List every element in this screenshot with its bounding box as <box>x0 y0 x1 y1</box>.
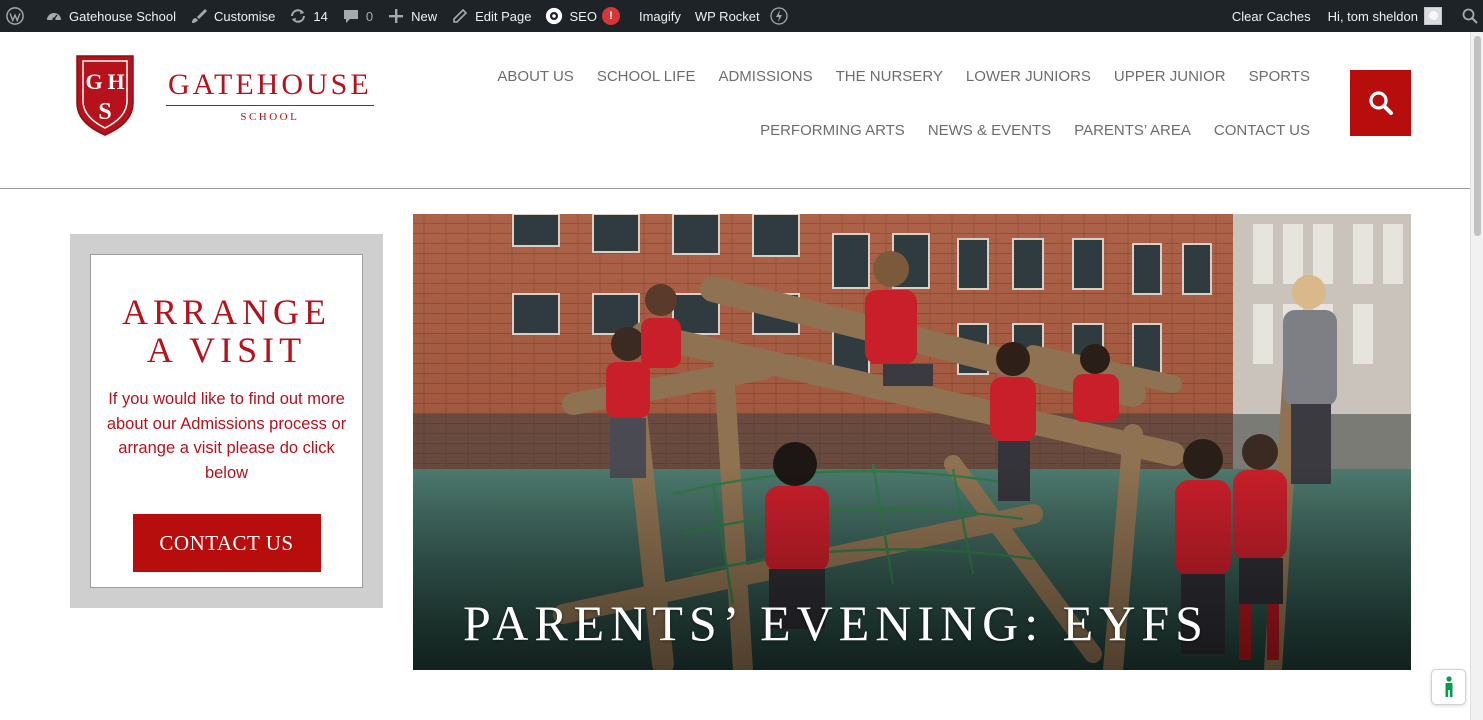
logo-wordmark: GATEHOUSE SCHOOL <box>166 68 374 123</box>
nav-the-nursery[interactable]: THE NURSERY <box>836 68 943 85</box>
wp-logo-menu[interactable] <box>0 0 38 32</box>
customise-link[interactable]: Customise <box>183 0 282 32</box>
site-header: G H S GATEHOUSE SCHOOL ABOUT US SCHOOL L… <box>0 32 1470 189</box>
nav-upper-junior[interactable]: UPPER JUNIOR <box>1114 68 1226 85</box>
arrange-visit-panel: ARRANGE A VISIT If you would like to fin… <box>70 234 383 608</box>
search-icon <box>1368 91 1393 115</box>
logo-name: GATEHOUSE <box>166 68 374 106</box>
nav-news-events[interactable]: NEWS & EVENTS <box>928 122 1051 139</box>
primary-nav-row-2: PERFORMING ARTS NEWS & EVENTS PARENTS’ A… <box>760 122 1310 139</box>
nav-contact-us[interactable]: CONTACT US <box>1214 122 1310 139</box>
new-content-link[interactable]: New <box>380 0 444 32</box>
clear-caches-label: Clear Caches <box>1231 8 1311 24</box>
speech-bubble-icon <box>342 7 360 25</box>
avatar <box>1424 7 1442 25</box>
nav-school-life[interactable]: SCHOOL LIFE <box>597 68 696 85</box>
wordpress-icon <box>6 7 24 25</box>
edit-page-label: Edit Page <box>475 8 532 24</box>
comments-link[interactable]: 0 <box>335 0 380 32</box>
customise-label: Customise <box>213 8 276 24</box>
seo-menu[interactable]: SEO ! <box>538 0 626 32</box>
nav-sports[interactable]: SPORTS <box>1249 68 1310 85</box>
seo-gear-icon <box>545 7 563 25</box>
dashboard-icon <box>45 7 63 25</box>
arrange-visit-text: If you would like to find out more about… <box>106 390 347 482</box>
site-logo[interactable]: G H S GATEHOUSE SCHOOL <box>74 53 374 137</box>
updates-count: 14 <box>313 8 328 24</box>
nav-performing-arts[interactable]: PERFORMING ARTS <box>760 122 905 139</box>
svg-text:H: H <box>107 69 124 94</box>
logo-sub: SCHOOL <box>240 110 300 123</box>
svg-text:G: G <box>85 69 102 94</box>
site-name-label: Gatehouse School <box>69 8 176 24</box>
imagify-link[interactable]: Imagify <box>627 0 688 32</box>
seo-alert-badge: ! <box>601 7 620 25</box>
my-account-menu[interactable]: Hi, tom sheldon <box>1321 0 1454 32</box>
lightning-icon <box>769 7 788 25</box>
imagify-label: Imagify <box>638 8 681 24</box>
nav-admissions[interactable]: ADMISSIONS <box>718 68 812 85</box>
page-scrollbar[interactable] <box>1470 32 1483 720</box>
wp-admin-bar: Gatehouse School Customise 14 0 New Edit… <box>0 0 1483 32</box>
accessibility-icon <box>1445 676 1452 697</box>
contact-us-button[interactable]: CONTACT US <box>132 514 321 572</box>
wp-rocket-label: WP Rocket <box>694 8 760 24</box>
search-icon <box>1461 7 1479 25</box>
site-search-button[interactable] <box>1350 70 1411 136</box>
wp-rocket-link[interactable]: WP Rocket <box>688 0 795 32</box>
svg-text:S: S <box>98 99 111 125</box>
primary-nav-row-1: ABOUT US SCHOOL LIFE ADMISSIONS THE NURS… <box>497 68 1310 85</box>
nav-about-us[interactable]: ABOUT US <box>497 68 573 85</box>
comments-count: 0 <box>365 8 374 24</box>
hero-image[interactable]: PARENTS’ EVENING: EYFS <box>413 214 1411 670</box>
site-name-link[interactable]: Gatehouse School <box>38 0 183 32</box>
arrange-visit-card: ARRANGE A VISIT If you would like to fin… <box>90 254 363 588</box>
refresh-icon <box>289 7 307 25</box>
pencil-icon <box>451 7 469 25</box>
adminbar-search[interactable] <box>1454 0 1483 32</box>
updates-link[interactable]: 14 <box>282 0 334 32</box>
seo-label: SEO <box>569 8 597 24</box>
clear-caches-link[interactable]: Clear Caches <box>1225 0 1321 32</box>
scrollbar-thumb[interactable] <box>1474 36 1481 236</box>
arrange-visit-title: ARRANGE A VISIT <box>121 292 331 370</box>
nav-lower-juniors[interactable]: LOWER JUNIORS <box>966 68 1091 85</box>
paintbrush-icon <box>190 7 208 25</box>
nav-parents-area[interactable]: PARENTS’ AREA <box>1074 122 1191 139</box>
new-label: New <box>411 8 438 24</box>
school-crest-icon: G H S <box>76 55 134 136</box>
accessibility-widget-button[interactable] <box>1431 669 1466 705</box>
greeting-label: Hi, tom sheldon <box>1327 8 1418 24</box>
edit-page-link[interactable]: Edit Page <box>444 0 538 32</box>
hero-caption: PARENTS’ EVENING: EYFS <box>463 595 1209 651</box>
plus-icon <box>387 7 405 25</box>
